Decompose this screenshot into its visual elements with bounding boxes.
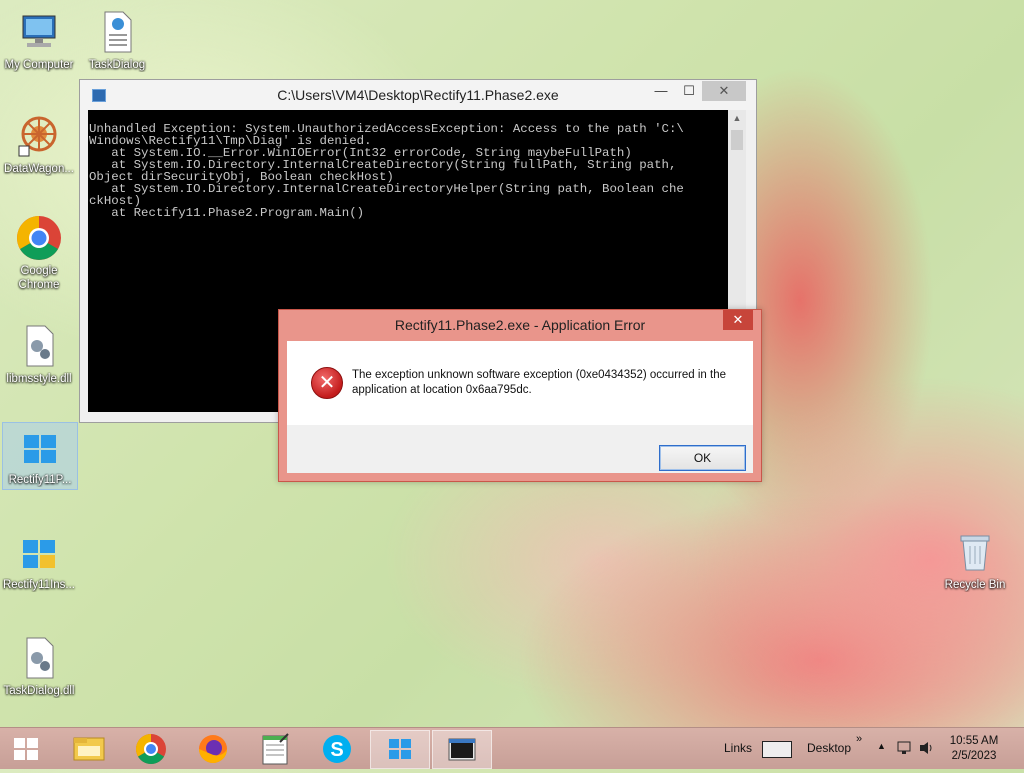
desktop-icon-label: Recycle Bin <box>944 579 1006 591</box>
ok-button[interactable]: OK <box>659 445 746 471</box>
scroll-up-arrow-icon[interactable]: ▲ <box>728 110 746 127</box>
start-button[interactable] <box>6 734 46 764</box>
desktop-icon-rectify11-installer[interactable]: Rectify11Ins... <box>0 528 78 592</box>
desktop-icon-my-computer[interactable]: My Computer <box>0 8 78 72</box>
desktop-icon-label: libmsstyle.dll <box>6 373 72 385</box>
notepad-icon <box>262 733 289 765</box>
desktop-icon-label: DataWagon... <box>4 163 74 175</box>
console-titlebar[interactable]: C:\Users\VM4\Desktop\Rectify11.Phase2.ex… <box>80 80 756 110</box>
html-document-icon <box>93 8 141 56</box>
dialog-title: Rectify11.Phase2.exe - Application Error <box>394 317 646 333</box>
maximize-button[interactable]: ☐ <box>676 81 702 101</box>
taskbar-notepad[interactable] <box>246 730 304 767</box>
error-icon: ✕ <box>311 367 343 399</box>
clock[interactable]: 10:55 AM 2/5/2023 <box>944 734 1004 764</box>
dll-file-icon <box>15 322 63 370</box>
rectify11-installer-icon <box>15 528 63 576</box>
skype-icon: S <box>323 735 351 763</box>
taskbar-file-explorer[interactable] <box>60 730 118 767</box>
taskbar-rectify11[interactable] <box>370 730 430 769</box>
toolbar-chevron-icon[interactable]: » <box>856 733 862 745</box>
desktop-icon-label: Google Chrome <box>18 265 60 291</box>
desktop-icon-label: Rectify11P... <box>8 474 72 486</box>
clock-time: 10:55 AM <box>949 735 999 747</box>
console-icon <box>448 738 476 761</box>
firefox-icon <box>199 735 227 763</box>
rectify11-icon <box>389 739 411 759</box>
svg-text:S: S <box>330 739 343 761</box>
computer-icon <box>15 8 63 56</box>
dialog-content: ✕ The exception unknown software excepti… <box>287 341 753 473</box>
desktop-icon-rectify11-phase2[interactable]: Rectify11P... <box>2 422 78 490</box>
desktop-icon-label: TaskDialog <box>88 59 146 71</box>
file-explorer-icon <box>73 737 105 761</box>
taskbar-skype[interactable]: S <box>308 730 366 767</box>
chrome-icon <box>15 214 63 262</box>
application-error-dialog[interactable]: Rectify11.Phase2.exe - Application Error… <box>278 309 762 482</box>
recycle-bin-icon <box>951 528 999 576</box>
dialog-message-area: ✕ The exception unknown software excepti… <box>287 341 753 425</box>
desktop-icon-taskdialog-dll[interactable]: TaskDialog.dll <box>0 634 78 698</box>
network-icon[interactable] <box>896 740 914 756</box>
desktop-icon-taskdialog[interactable]: TaskDialog <box>78 8 156 72</box>
console-output: Unhandled Exception: System.Unauthorized… <box>89 122 684 220</box>
windows-logo-icon <box>14 738 38 760</box>
desktop-icon-label: My Computer <box>4 59 74 71</box>
desktop-icon-datawagon[interactable]: DataWagon... <box>0 112 78 176</box>
desktop-icon-recycle-bin[interactable]: Recycle Bin <box>936 528 1014 592</box>
taskbar: S Links Desktop » ▲ 10:55 AM 2/5/2023 <box>0 727 1024 769</box>
dll-file-icon <box>15 634 63 682</box>
dialog-close-button[interactable]: ✕ <box>723 310 753 330</box>
touch-keyboard-icon[interactable] <box>762 741 792 758</box>
minimize-button[interactable]: — <box>648 81 674 101</box>
desktop-icon-label: Rectify11Ins... <box>2 579 75 591</box>
clock-date: 2/5/2023 <box>951 750 997 762</box>
datawagon-icon <box>15 112 63 160</box>
rectify11-icon <box>16 423 64 471</box>
desktop-icon-libmsstyle-dll[interactable]: libmsstyle.dll <box>0 322 78 386</box>
desktop-toolbar[interactable]: Desktop <box>807 741 851 755</box>
scrollbar-thumb[interactable] <box>731 130 743 150</box>
links-toolbar[interactable]: Links <box>724 741 752 755</box>
close-button[interactable]: ✕ <box>702 81 746 101</box>
taskbar-console[interactable] <box>432 730 492 769</box>
chrome-icon <box>135 734 166 765</box>
volume-icon[interactable] <box>918 740 936 756</box>
show-hidden-icons-icon[interactable]: ▲ <box>877 741 886 751</box>
desktop-icon-google-chrome[interactable]: Google Chrome <box>0 214 78 292</box>
desktop-icon-label: TaskDialog.dll <box>3 685 75 697</box>
taskbar-firefox[interactable] <box>184 730 242 767</box>
taskbar-chrome[interactable] <box>122 730 180 767</box>
dialog-message: The exception unknown software exception… <box>352 369 726 396</box>
